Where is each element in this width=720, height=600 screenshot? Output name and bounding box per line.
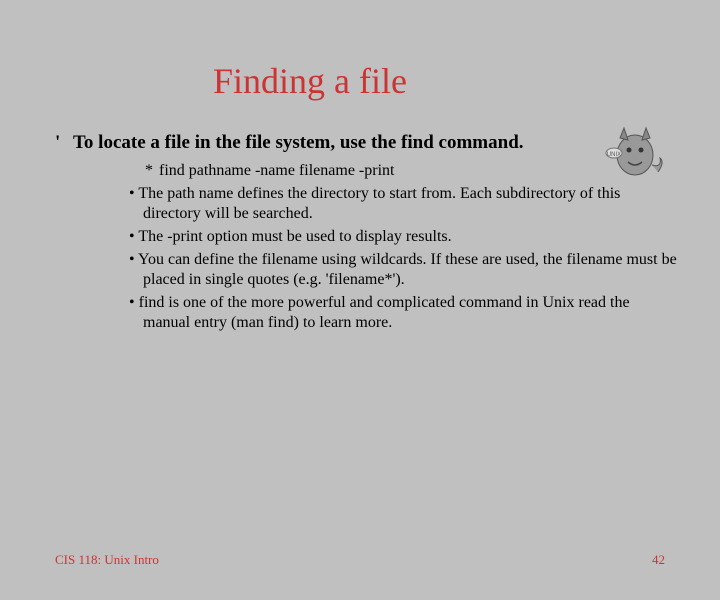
slide-content: To locate a file in the file system, use… bbox=[0, 132, 720, 333]
bullet-item: find is one of the more powerful and com… bbox=[129, 293, 680, 333]
footer-left: CIS 118: Unix Intro bbox=[55, 552, 159, 568]
bullet-item: The -print option must be used to displa… bbox=[129, 227, 680, 247]
slide-title: Finding a file bbox=[0, 60, 720, 102]
syntax-line: find pathname -name filename -print bbox=[145, 162, 680, 180]
slide-number: 42 bbox=[652, 552, 665, 568]
main-point: To locate a file in the file system, use… bbox=[55, 132, 680, 154]
bullet-item: You can define the filename using wildca… bbox=[129, 250, 680, 290]
slide-footer: CIS 118: Unix Intro 42 bbox=[0, 552, 720, 568]
bullet-item: The path name defines the directory to s… bbox=[129, 184, 680, 224]
sublist: find pathname -name filename -print The … bbox=[145, 162, 680, 333]
